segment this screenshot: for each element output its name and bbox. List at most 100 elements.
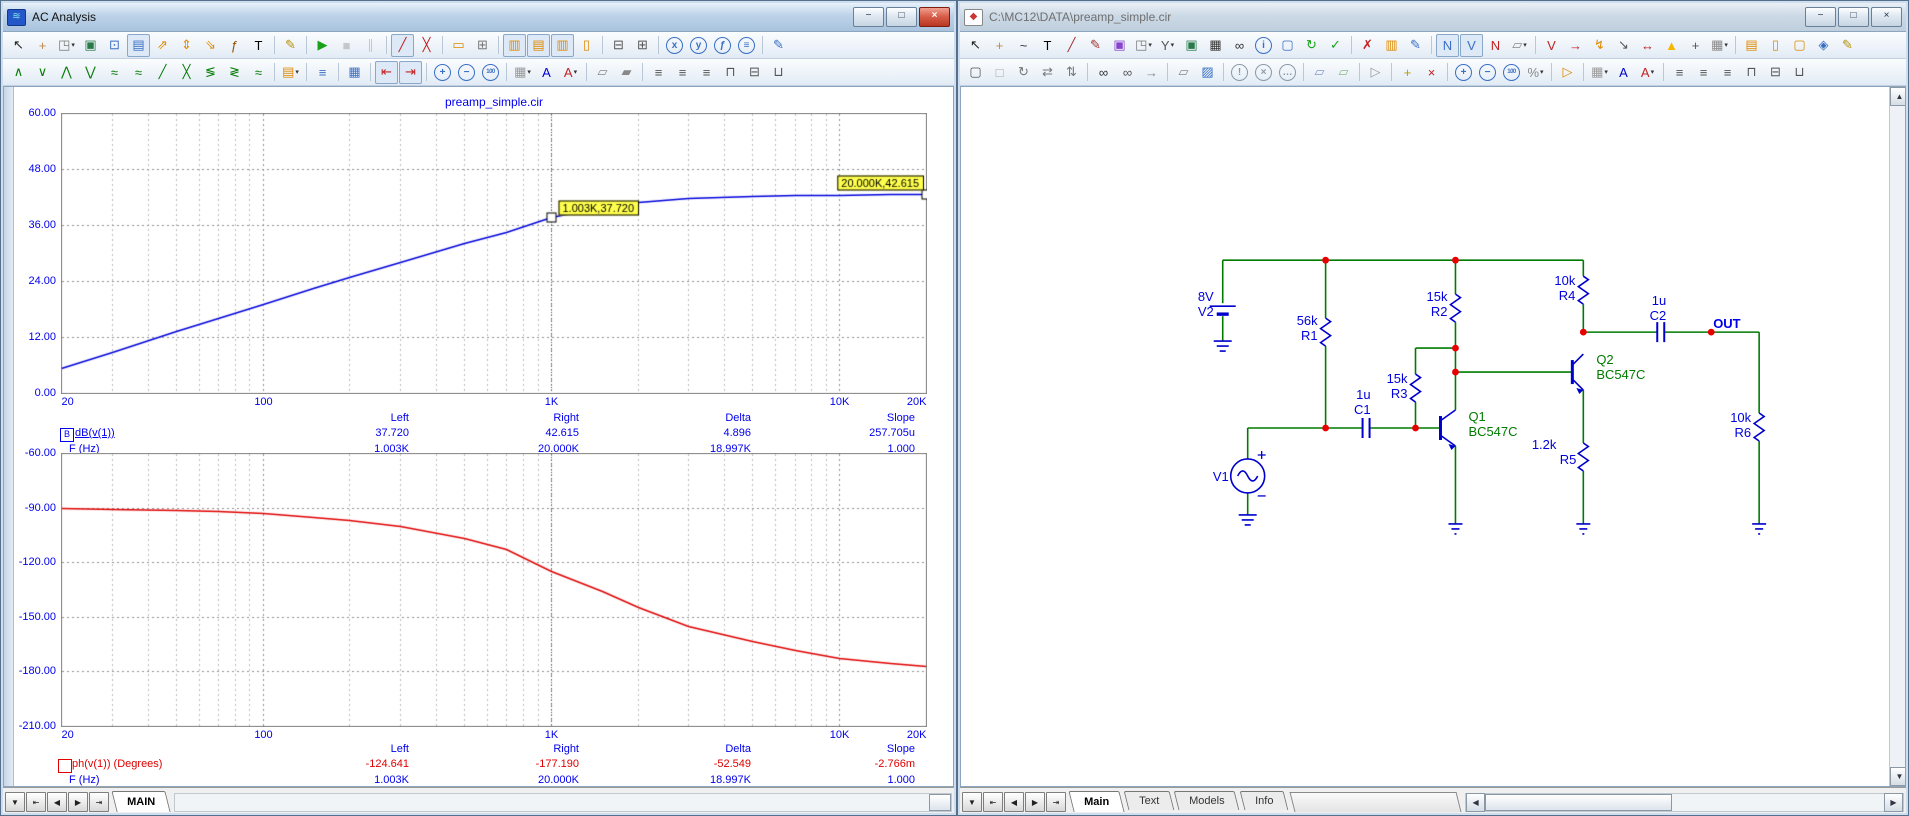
v2-name-label[interactable]: V2 <box>1198 304 1214 319</box>
power-icon[interactable]: ↯ <box>1588 34 1611 57</box>
prev-page-button[interactable]: ◀ <box>47 792 67 812</box>
component-c1-capacitor[interactable] <box>1363 418 1370 438</box>
zoom-100-icon[interactable]: 100 <box>479 61 502 84</box>
zoom-out-icon[interactable]: − <box>1476 61 1499 84</box>
component-r2-resistor[interactable] <box>1450 294 1460 322</box>
restore-button[interactable]: □ <box>886 7 917 27</box>
ruler-stripes-icon[interactable]: ▥ <box>551 34 574 57</box>
flip-horizontal-icon[interactable]: ⇄ <box>1036 61 1059 84</box>
find-next-icon[interactable]: ∞ <box>1116 61 1139 84</box>
tab-models[interactable]: Models <box>1174 791 1240 810</box>
component-q2-transistor[interactable] <box>1572 354 1590 534</box>
cursor-high-icon[interactable]: ⋀ <box>55 61 78 84</box>
numeric-output-icon[interactable]: ▦ <box>343 61 366 84</box>
component-c2-capacitor[interactable] <box>1657 322 1664 342</box>
last-page-button[interactable]: ⇥ <box>1046 792 1066 812</box>
r1-value-label[interactable]: 56k <box>1297 313 1318 328</box>
waveform-label[interactable]: dB(v(1)) <box>75 427 115 439</box>
tab-info[interactable]: Info <box>1239 791 1288 810</box>
fx-settings-icon[interactable]: ƒ <box>711 34 734 57</box>
align-left-icon[interactable]: ≡ <box>647 61 670 84</box>
bring-to-front-icon[interactable]: ▰ <box>615 61 638 84</box>
zoom-in-icon[interactable]: + <box>431 61 454 84</box>
stop-circle-icon[interactable]: × <box>1252 61 1275 84</box>
zoom-window-icon[interactable]: ⊡ <box>103 34 126 57</box>
minimize-button[interactable]: − <box>853 7 884 27</box>
info-page-icon[interactable]: ▨ <box>1196 61 1219 84</box>
component-q1-transistor[interactable] <box>1440 410 1462 534</box>
rotate-icon[interactable]: ↻ <box>1012 61 1035 84</box>
minimize-button[interactable]: − <box>1805 7 1836 27</box>
info-icon[interactable]: i <box>1252 34 1275 57</box>
current-arrow-icon[interactable]: → <box>1564 34 1587 57</box>
out-net-label[interactable]: OUT <box>1713 316 1740 331</box>
font-icon[interactable]: A <box>1612 61 1635 84</box>
schematic-titlebar[interactable]: ◆ C:\MC12\DATA\preamp_simple.cir −□× <box>960 3 1906 32</box>
align-center-icon[interactable]: ≡ <box>671 61 694 84</box>
panel-layout-icon[interactable]: ▦▾ <box>511 61 534 84</box>
close-button[interactable]: × <box>1871 7 1902 27</box>
image-icon[interactable]: ▣ <box>79 34 102 57</box>
align-right-icon[interactable]: ≡ <box>695 61 718 84</box>
r3-value-label[interactable]: 15k <box>1387 371 1408 386</box>
schematic-canvas[interactable]: 8V V2 56k R1 15k R2 15k R3 1u C1 V1 Q1 B… <box>961 87 1889 786</box>
r6-value-label[interactable]: 10k <box>1730 410 1751 425</box>
zoom-100-icon[interactable]: 100 <box>1500 61 1523 84</box>
graph-select-mode-icon[interactable]: ▤ <box>127 34 150 57</box>
node-voltages-icon[interactable]: V <box>1460 34 1483 57</box>
cursor-points-icon[interactable]: ╳ <box>415 34 438 57</box>
r4-name-label[interactable]: R4 <box>1559 288 1576 303</box>
page-list-button[interactable]: ▼ <box>962 792 982 812</box>
go-page-icon[interactable]: ▷ <box>1556 61 1579 84</box>
r2-value-label[interactable]: 15k <box>1427 289 1448 304</box>
edit-notes-icon[interactable]: ✎ <box>767 34 790 57</box>
curve-list-icon[interactable]: ≡ <box>735 34 758 57</box>
schematic-hscrollbar[interactable]: ◀ ▶ <box>1465 793 1904 812</box>
text-page-icon[interactable]: ≡ <box>311 61 334 84</box>
cursor-slope-icon[interactable]: ╱ <box>151 61 174 84</box>
box-shape-icon[interactable]: □ <box>988 61 1011 84</box>
gain-plot[interactable] <box>61 113 927 394</box>
align-bottom-icon[interactable]: ⊔ <box>1788 61 1811 84</box>
text-mode-icon[interactable]: T <box>1036 34 1059 57</box>
waveform-badge[interactable]: B <box>60 428 74 442</box>
component-panel-icon[interactable]: ▣ <box>1108 34 1131 57</box>
stop-icon[interactable]: ■ <box>335 34 358 57</box>
copy-back-icon[interactable]: ▱ <box>1332 61 1355 84</box>
tracker-cross-icon[interactable]: ⊞ <box>631 34 654 57</box>
fx-scale-icon[interactable]: ƒ <box>223 34 246 57</box>
select-icon[interactable]: ↖ <box>964 34 987 57</box>
text-mode-icon[interactable]: T <box>247 34 270 57</box>
title-block-icon[interactable]: ▯ <box>1764 34 1787 57</box>
component-r5-resistor[interactable] <box>1578 443 1588 471</box>
watch-window-icon[interactable]: ▢ <box>1276 34 1299 57</box>
page-turn-icon[interactable]: ▷ <box>1364 61 1387 84</box>
component-r4-resistor[interactable] <box>1578 276 1588 304</box>
r1-name-label[interactable]: R1 <box>1301 328 1318 343</box>
column-page-icon[interactable]: ▥ <box>1380 34 1403 57</box>
zoom-out-mode-icon[interactable]: ⇘ <box>199 34 222 57</box>
rotate-3d-icon[interactable]: ◳▾ <box>1132 34 1155 57</box>
node-numbers-icon[interactable]: N <box>1436 34 1459 57</box>
properties-icon[interactable]: ✎ <box>279 34 302 57</box>
align-right-icon[interactable]: ≡ <box>1716 61 1739 84</box>
select-area-icon[interactable]: ▢ <box>964 61 987 84</box>
cursor-crossing-icon[interactable]: ╳ <box>175 61 198 84</box>
cursor-right-icon[interactable]: ⇥ <box>399 61 422 84</box>
c1-name-label[interactable]: C1 <box>1354 402 1371 417</box>
voltage-probe-icon[interactable]: V <box>1540 34 1563 57</box>
scroll-left-button[interactable]: ◀ <box>1466 793 1485 812</box>
cursor-peak-icon[interactable]: ∧ <box>7 61 30 84</box>
send-to-back-icon[interactable]: ▱ <box>591 61 614 84</box>
schematic-vscrollbar[interactable]: ▲ ▼ <box>1889 87 1905 786</box>
cursor-wave-icon[interactable]: ≈ <box>127 61 150 84</box>
component-r1-resistor[interactable] <box>1321 318 1331 346</box>
scroll-track[interactable] <box>1890 106 1905 767</box>
tokens-stripes-icon[interactable]: ▤ <box>527 34 550 57</box>
cursor-mode-icon[interactable]: ╱ <box>391 34 414 57</box>
font-color-icon[interactable]: A▾ <box>559 61 582 84</box>
panel-layout-icon[interactable]: ▦▾ <box>1588 61 1611 84</box>
r4-value-label[interactable]: 10k <box>1554 273 1575 288</box>
font-color-icon[interactable]: A▾ <box>1636 61 1659 84</box>
flip-vertical-icon[interactable]: ⇅ <box>1060 61 1083 84</box>
